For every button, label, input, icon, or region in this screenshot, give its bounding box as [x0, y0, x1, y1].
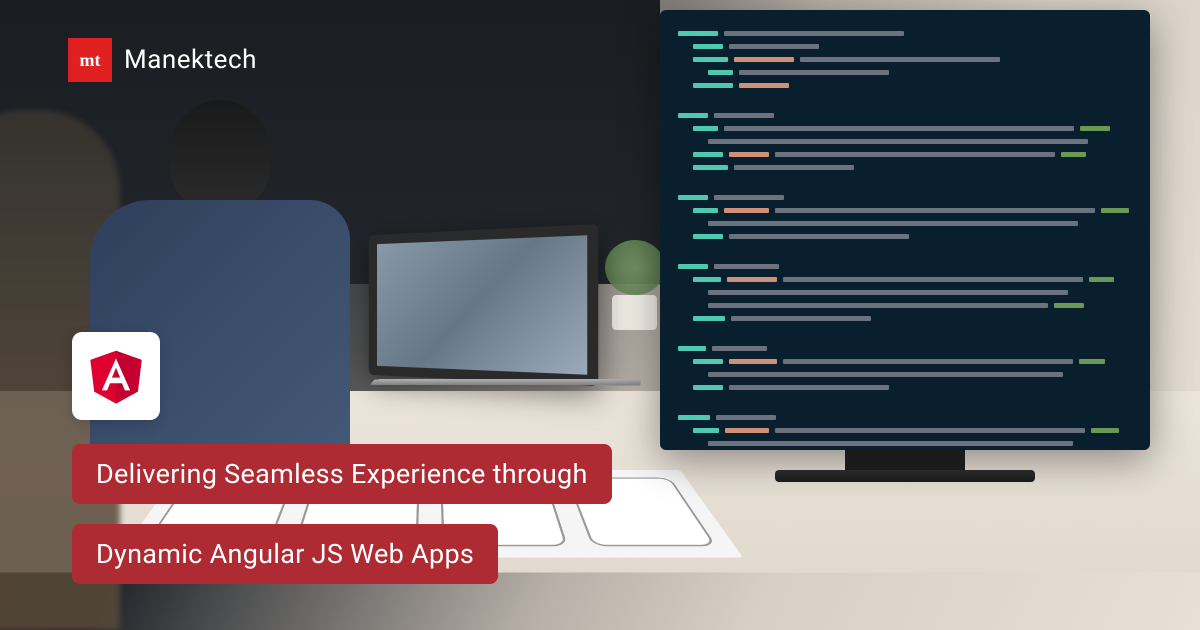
desktop-monitor	[660, 10, 1150, 570]
laptop-screen	[369, 224, 599, 386]
person-developer	[90, 100, 370, 480]
brand-logo: mt Manektech	[68, 38, 257, 82]
logo-badge-icon: mt	[68, 38, 112, 82]
code-editor-screen	[660, 10, 1150, 450]
headline-line-1: Delivering Seamless Experience through	[72, 444, 612, 504]
laptop	[355, 230, 635, 420]
logo-text: Manektech	[124, 45, 257, 75]
angular-icon-badge	[72, 332, 160, 420]
angular-icon	[86, 344, 146, 408]
headline-line-2: Dynamic Angular JS Web Apps	[72, 524, 498, 584]
person-head	[170, 100, 270, 210]
logo-mark: mt	[80, 50, 101, 71]
